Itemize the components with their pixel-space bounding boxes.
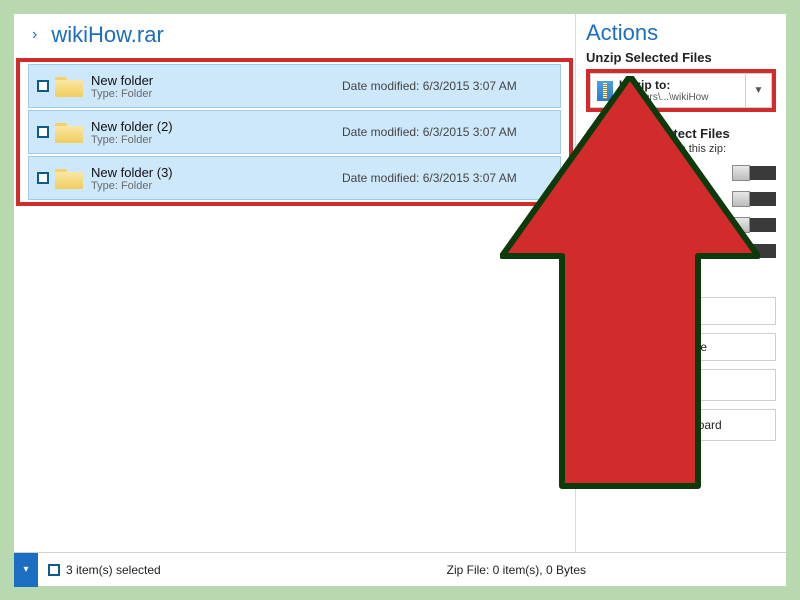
file-name: New folder [91,73,342,88]
zip-icon [597,81,613,101]
main-area: › wikiHow.rar New folder Type: Folder Da… [14,14,786,552]
unzip-label: Unzip to: [619,78,708,92]
breadcrumb: › wikiHow.rar [14,14,575,54]
pdf-label: Convert to PDF [608,218,726,232]
file-date: Date modified: 6/3/2015 3:07 AM [342,79,552,93]
file-date: Date modified: 6/3/2015 3:07 AM [342,171,552,185]
file-list: New folder Type: Folder Date modified: 6… [22,64,567,200]
folder-icon [55,167,83,189]
unzip-dropdown-button[interactable]: ▼ [745,74,771,107]
pdf-toggle[interactable] [732,218,776,232]
checkbox-icon[interactable] [37,172,49,184]
unzip-highlight: Unzip to: C:\Users\...\wikiHow ▼ [586,69,776,112]
lock-icon [586,165,600,181]
watermark-label: Watermark [608,244,726,258]
app-window: › wikiHow.rar New folder Type: Folder Da… [14,14,786,586]
file-text: New folder (3) Type: Folder [91,165,342,192]
status-selected: 3 item(s) selected [66,563,161,577]
checkbox-icon[interactable] [37,126,49,138]
checkbox-icon[interactable] [37,80,49,92]
actions-title: Actions [586,20,776,46]
status-bar: ▾ 3 item(s) selected Zip File: 0 item(s)… [14,552,786,586]
file-pane: › wikiHow.rar New folder Type: Folder Da… [14,14,576,552]
reduce-label: Reduce Photos [608,192,726,206]
reduce-toggle[interactable] [732,192,776,206]
chevron-down-icon: ▼ [754,85,764,96]
pdf-option[interactable]: Convert to PDF [586,217,776,233]
encrypt-toggle[interactable] [732,166,776,180]
file-date: Date modified: 6/3/2015 3:07 AM [342,125,552,139]
file-name: New folder (3) [91,165,342,180]
share-social-label: Social media [621,378,690,392]
file-text: New folder Type: Folder [91,73,342,100]
file-type: Type: Folder [91,88,342,100]
archive-title: wikiHow.rar [51,22,163,48]
folder-icon [55,75,83,97]
pdf-icon [586,217,600,233]
unzip-section-label: Unzip Selected Files [586,50,776,65]
share-email-label: Email [621,304,651,318]
file-name: New folder (2) [91,119,342,134]
encrypt-option[interactable]: Encrypt [586,165,776,181]
encrypt-label: Encrypt [608,166,726,180]
file-type: Type: Folder [91,180,342,192]
share-clipboard-label: Share via clipboard [619,418,722,432]
mail-icon [595,305,613,317]
share-im-label: Instant message [619,340,707,354]
file-row[interactable]: New folder Type: Folder Date modified: 6… [28,64,561,108]
share-social-button[interactable]: Social media [586,369,776,401]
chat-icon [595,341,611,353]
share-email-button[interactable]: Email [586,297,776,325]
unzip-path: C:\Users\...\wikiHow [619,92,708,103]
share-im-button[interactable]: Instant message [586,333,776,361]
convert-section-sub: When adding files to this zip: [586,143,776,155]
image-icon [586,191,602,203]
unzip-text: Unzip to: C:\Users\...\wikiHow [619,78,708,103]
file-row[interactable]: New folder (3) Type: Folder Date modifie… [28,156,561,200]
watermark-toggle[interactable] [732,244,776,258]
watermark-option[interactable]: Watermark [586,243,776,259]
watermark-icon [586,243,600,259]
share-clipboard-button[interactable]: Share via clipboard [586,409,776,441]
file-text: New folder (2) Type: Folder [91,119,342,146]
unzip-to-button[interactable]: Unzip to: C:\Users\...\wikiHow ▼ [590,73,772,108]
reduce-photos-option[interactable]: Reduce Photos [586,191,776,207]
folder-icon [55,121,83,143]
unzip-main[interactable]: Unzip to: C:\Users\...\wikiHow [591,74,745,107]
back-icon[interactable]: › [32,26,37,44]
status-left: 3 item(s) selected [48,563,447,577]
file-type: Type: Folder [91,134,342,146]
status-menu-button[interactable]: ▾ [14,553,38,587]
select-all-checkbox[interactable] [48,564,60,576]
file-row[interactable]: New folder (2) Type: Folder Date modifie… [28,110,561,154]
file-list-highlight: New folder Type: Folder Date modified: 6… [16,58,573,206]
actions-pane: Actions Unzip Selected Files Unzip to: C… [576,14,786,552]
convert-section-label: Convert & Protect Files [586,126,776,141]
status-zip: Zip File: 0 item(s), 0 Bytes [447,563,586,577]
clipboard-icon [595,416,611,434]
person-icon [595,376,609,390]
